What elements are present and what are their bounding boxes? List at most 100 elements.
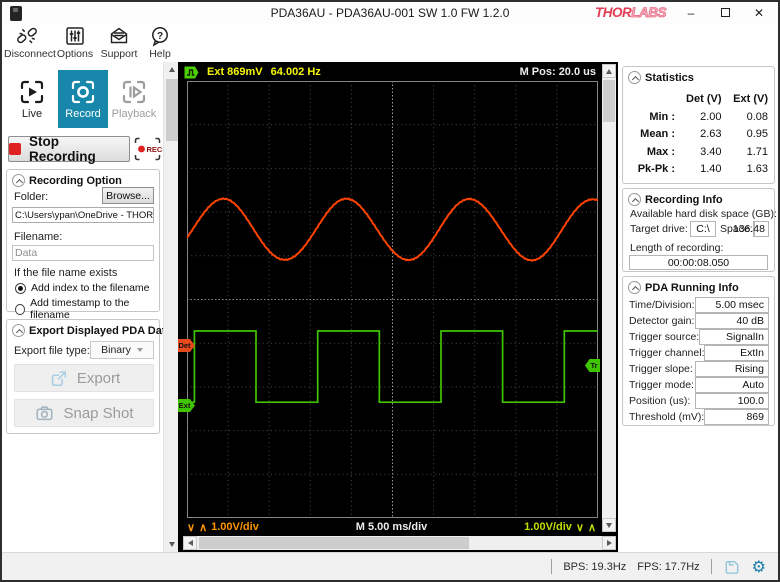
det-vdiv-readout: 1.00V/div — [211, 521, 259, 533]
save-file-icon[interactable] — [723, 558, 741, 576]
trigger-readout: Ext 869mV — [207, 66, 263, 78]
radio-selected-icon — [15, 283, 26, 294]
pda-row-value: SignalIn — [699, 329, 769, 345]
stats-value: 2.00 — [675, 111, 722, 123]
stats-row-label: Mean : — [629, 128, 675, 140]
stats-row-label: Pk-Pk : — [629, 163, 675, 175]
recording-option-title: Recording Option — [29, 175, 122, 187]
scope-vertical-scrollbar[interactable] — [602, 64, 616, 532]
collapse-pda-info-icon[interactable] — [628, 281, 641, 294]
pda-row-value: ExtIn — [704, 345, 769, 361]
folder-label: Folder: — [14, 191, 48, 203]
left-panel-scrollbar[interactable] — [163, 62, 178, 552]
add-timestamp-radio[interactable]: Add timestamp to the filename — [15, 297, 159, 321]
ext-scale-up-button[interactable]: ∧ — [588, 521, 596, 534]
arrow-right-icon — [607, 540, 612, 546]
stats-value: 1.40 — [675, 163, 722, 175]
collapse-export-icon[interactable] — [12, 324, 25, 337]
pda-row-label: Position (us): — [629, 395, 690, 407]
disk-space-label: Available hard disk space (GB): — [630, 208, 777, 220]
target-drive-value[interactable]: C:\ — [690, 221, 716, 237]
det-scale-up-button[interactable]: ∧ — [199, 521, 207, 534]
scrollbar-thumb[interactable] — [166, 79, 178, 141]
scroll-down-button[interactable] — [164, 537, 179, 552]
separator — [551, 559, 552, 574]
left-panel: Live Record — [2, 62, 163, 552]
snapshot-button-label: Snap Shot — [63, 405, 133, 422]
filename-input[interactable]: Data — [12, 245, 154, 261]
det-scale-down-button[interactable]: ∨ — [187, 521, 195, 534]
browse-button[interactable]: Browse... — [102, 187, 154, 204]
export-file-type-select[interactable]: Binary — [90, 341, 154, 359]
scope-scroll-up-button[interactable] — [602, 64, 616, 78]
playback-icon — [121, 79, 147, 105]
export-file-type-value: Binary — [101, 344, 131, 356]
fps-readout: FPS: 17.7Hz — [637, 561, 699, 573]
export-group: Export Displayed PDA Data Export file ty… — [6, 319, 160, 434]
close-button[interactable]: ✕ — [750, 4, 768, 22]
pda-row-value[interactable]: 100.0 — [695, 393, 769, 409]
pda-row-label: Trigger slope: — [629, 363, 693, 375]
record-label: Record — [65, 108, 100, 120]
collapse-recording-info-icon[interactable] — [628, 193, 641, 206]
scope-scroll-down-button[interactable] — [602, 518, 616, 532]
arrow-left-icon — [188, 540, 193, 546]
disconnect-icon — [16, 25, 38, 47]
maximize-icon — [721, 8, 730, 17]
radio-unselected-icon — [15, 304, 25, 315]
scroll-up-button[interactable] — [164, 62, 179, 77]
export-icon — [48, 368, 68, 388]
export-button-label: Export — [77, 370, 120, 387]
record-mode-button[interactable]: Record — [58, 70, 108, 128]
settings-gear-icon[interactable]: ⚙ — [752, 559, 766, 575]
scope-horizontal-scrollbar[interactable] — [183, 536, 616, 550]
stats-col-det: Det (V) — [675, 93, 722, 105]
options-button[interactable]: Options — [54, 25, 96, 61]
disconnect-button[interactable]: Disconnect — [4, 25, 50, 61]
scope-scroll-left-button[interactable] — [183, 536, 197, 550]
right-panel: Statistics Det (V) Ext (V) Min : 2.00 0.… — [618, 62, 778, 552]
support-icon — [108, 25, 130, 47]
recording-info-group: Recording Info Available hard disk space… — [622, 188, 775, 272]
export-button[interactable]: Export — [14, 364, 154, 392]
support-button[interactable]: Support — [98, 25, 140, 61]
main-area: Live Record — [2, 62, 778, 552]
stop-icon — [9, 143, 21, 155]
collapse-statistics-icon[interactable] — [628, 71, 641, 84]
live-label: Live — [22, 108, 42, 120]
playback-mode-button[interactable]: Playback — [109, 70, 159, 128]
folder-path-input[interactable]: C:\Users\ypan\OneDrive - THORLABS — [12, 207, 154, 223]
ext-scale-down-button[interactable]: ∨ — [576, 521, 584, 534]
add-index-radio[interactable]: Add index to the filename — [15, 282, 150, 294]
snapshot-button[interactable]: Snap Shot — [14, 399, 154, 427]
scope-scroll-right-button[interactable] — [602, 536, 616, 550]
collapse-recording-option-icon[interactable] — [12, 174, 25, 187]
arrow-down-icon — [169, 542, 175, 547]
stop-recording-button[interactable]: Stop Recording — [8, 136, 130, 162]
chevron-down-icon — [137, 348, 143, 352]
disconnect-label: Disconnect — [4, 48, 50, 60]
oscilloscope-display: Ext 869mV 64.002 Hz M Pos: 20.0 us Det E… — [178, 62, 618, 552]
filename-label: Filename: — [14, 231, 62, 243]
scope-hscroll-thumb[interactable] — [199, 537, 469, 549]
help-button[interactable]: ? Help — [142, 25, 178, 61]
recording-option-group: Recording Option Folder: Browse... C:\Us… — [6, 169, 160, 312]
scope-vscroll-thumb[interactable] — [603, 80, 615, 122]
minimize-button[interactable]: – — [682, 4, 700, 22]
pda-row-label: Detector gain: — [629, 315, 694, 327]
pda-running-info-group: PDA Running Info Time/Division:5.00 msec… — [622, 276, 775, 426]
stats-row-label: Min : — [629, 111, 675, 123]
timebase-readout: M 5.00 ms/div — [356, 521, 428, 533]
mpos-readout: M Pos: 20.0 us — [520, 66, 596, 78]
scope-graticule — [187, 81, 598, 518]
space-value: 136.48 — [754, 221, 769, 237]
scope-top-bar: Ext 869mV 64.002 Hz M Pos: 20.0 us — [184, 64, 596, 80]
statistics-group: Statistics Det (V) Ext (V) Min : 2.00 0.… — [622, 66, 775, 184]
live-mode-button[interactable]: Live — [7, 70, 57, 128]
pda-row-label: Trigger source: — [629, 331, 699, 343]
status-bar: BPS: 19.3Hz FPS: 17.7Hz ⚙ — [2, 552, 778, 580]
stats-value: 0.95 — [722, 128, 769, 140]
arrow-up-icon — [606, 69, 612, 74]
pda-row-value[interactable]: 869 — [704, 409, 769, 425]
maximize-button[interactable] — [716, 4, 734, 22]
